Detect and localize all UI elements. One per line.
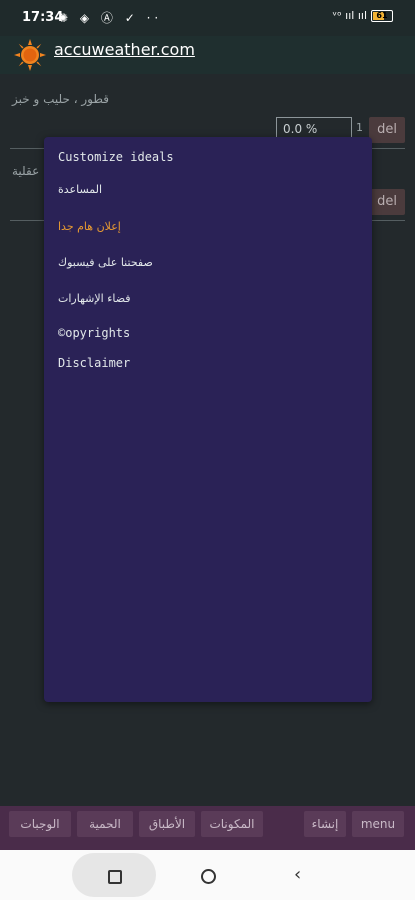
menu-item-help[interactable]: المساعدة xyxy=(58,183,102,196)
signal-icon: ᵛᵒ ııl ııl xyxy=(332,9,367,22)
menu-item-facebook-page[interactable]: صفحتنا على فيسبوك xyxy=(58,256,153,269)
sun-logo-icon xyxy=(14,39,46,71)
home-icon[interactable] xyxy=(201,869,216,884)
recents-icon xyxy=(108,870,122,884)
menu-item-important-notice[interactable]: إعلان هام جدا xyxy=(58,220,121,233)
status-bar: 17:34 ✺ ◈ Ⓐ ✓ ·· ᵛᵒ ııl ııl 61 xyxy=(0,0,415,36)
ingredients-button[interactable]: المكونات xyxy=(201,811,263,837)
site-link[interactable]: accuweather.com xyxy=(54,40,195,59)
notification-icons: ✺ ◈ Ⓐ ✓ ·· xyxy=(58,11,163,25)
list-item-title: عقلية xyxy=(12,164,40,178)
back-icon[interactable]: ‹ xyxy=(294,864,301,885)
system-icons: ᵛᵒ ııl ııl 61 xyxy=(333,9,393,22)
bottom-toolbar: الوجبات الحمية الأطباق المكونات إنشاء me… xyxy=(0,806,415,850)
delete-button[interactable]: del xyxy=(369,117,405,143)
meals-button[interactable]: الوجبات xyxy=(9,811,71,837)
diet-button[interactable]: الحمية xyxy=(77,811,133,837)
create-button[interactable]: إنشاء xyxy=(304,811,346,837)
system-nav-bar: ‹ xyxy=(0,850,415,900)
app-header: accuweather.com xyxy=(0,36,415,74)
menu-item-copyrights[interactable]: ©opyrights xyxy=(58,326,130,340)
menu-item-ads-space[interactable]: فضاء الإشهارات xyxy=(58,292,131,305)
battery-icon: 61 xyxy=(371,9,393,22)
list-item-title: قطور ، حليب و خبز xyxy=(12,92,109,106)
menu-item-customize-ideals[interactable]: Customize ideals xyxy=(58,150,174,164)
delete-button[interactable]: del xyxy=(369,189,405,215)
quantity-value: 1 xyxy=(356,121,363,134)
dishes-button[interactable]: الأطباق xyxy=(139,811,195,837)
menu-item-disclaimer[interactable]: Disclaimer xyxy=(58,356,130,370)
menu-button[interactable]: menu xyxy=(352,811,404,837)
overflow-menu: Customize ideals المساعدة إعلان هام جدا … xyxy=(44,137,372,702)
